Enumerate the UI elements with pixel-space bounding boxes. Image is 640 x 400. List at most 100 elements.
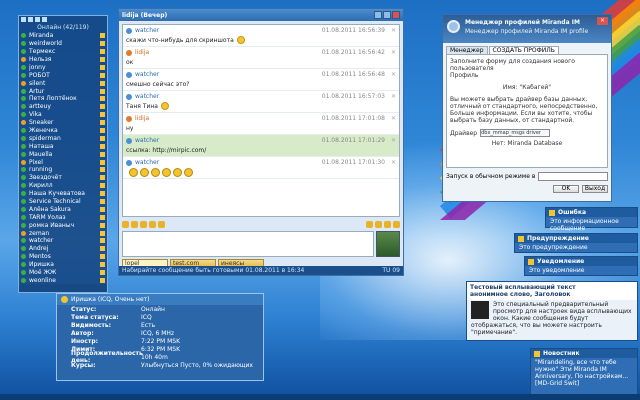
ok-button[interactable]: OK — [553, 185, 579, 193]
contact-item[interactable]: Нельзя — [19, 56, 107, 64]
font-icon[interactable] — [131, 220, 138, 228]
contact-item[interactable]: Vika — [19, 111, 107, 119]
status-icon[interactable] — [28, 17, 33, 22]
smiley-icon[interactable] — [122, 220, 129, 228]
contact-item[interactable]: Artur — [19, 87, 107, 95]
menu-icon[interactable] — [21, 17, 26, 22]
delete-message-icon[interactable]: ✕ — [391, 159, 396, 166]
contact-item[interactable]: weirdworld — [19, 40, 107, 48]
extra-status-icon — [100, 64, 105, 70]
contact-item[interactable]: Женечка — [19, 127, 107, 135]
incoming-icon — [126, 71, 132, 78]
contact-item[interactable]: Mauella — [19, 150, 107, 158]
contact-item[interactable]: Наташа — [19, 142, 107, 150]
contact-item[interactable]: РОБОТ — [19, 71, 107, 79]
contact-item[interactable]: Термекс — [19, 48, 107, 56]
exit-button[interactable]: Выход — [582, 185, 608, 193]
message-header: lidija 01.08.2011 16:56:42 ✕ — [126, 48, 396, 57]
minimize-button[interactable] — [374, 11, 382, 19]
status-dot-icon — [21, 96, 26, 102]
extra-status-icon — [100, 143, 105, 149]
contact-item[interactable]: silent — [19, 79, 107, 87]
contact-item[interactable]: Service Technical — [19, 198, 107, 206]
delete-message-icon[interactable]: ✕ — [391, 71, 396, 78]
send-icon[interactable] — [393, 220, 400, 228]
popup-long[interactable]: Тестовый всплывающий текст анонимное сло… — [466, 281, 638, 341]
contact-name: silent — [29, 79, 46, 87]
delete-message-icon[interactable]: ✕ — [391, 93, 396, 100]
delete-message-icon[interactable]: ✕ — [391, 27, 396, 34]
send-file-icon[interactable] — [384, 220, 391, 228]
contact-item[interactable]: Петя Лоптёнок — [19, 95, 107, 103]
underline-icon[interactable] — [158, 220, 165, 228]
popup-notice[interactable]: Уведомление Это уведомление — [524, 256, 638, 276]
extra-status-icon — [100, 120, 105, 126]
chat-title-bar[interactable]: lidija (Вечер) — [119, 9, 403, 21]
chat-toolbar — [122, 219, 400, 229]
contact-item[interactable]: running — [19, 166, 107, 174]
contact-item[interactable]: Наша Кучеватова — [19, 190, 107, 198]
contact-item[interactable]: jonny — [19, 63, 107, 71]
contact-item[interactable]: Mentos — [19, 253, 107, 261]
contact-name: Петя Лоптёнок — [29, 95, 77, 103]
popup-news[interactable]: Новостник "Mirandeling, все что тебе нуж… — [530, 348, 638, 396]
contact-name: Artur — [29, 87, 45, 95]
contact-item[interactable]: artteuy — [19, 103, 107, 111]
contact-item[interactable]: Miranda — [19, 32, 107, 40]
info-icon[interactable] — [375, 220, 382, 228]
contact-item[interactable]: Pixel — [19, 158, 107, 166]
delete-message-icon[interactable]: ✕ — [391, 137, 396, 144]
message-log[interactable]: watcher 01.08.2011 16:56:39 ✕ скажи что-ниб… — [122, 24, 400, 217]
contact-item[interactable]: Иришка — [19, 261, 107, 269]
status-dot-icon — [21, 199, 26, 205]
contact-item[interactable]: Andrej — [19, 245, 107, 253]
contact-item[interactable]: zeman — [19, 229, 107, 237]
status-dot-icon — [21, 183, 26, 189]
info-row: Иностр: 7:22 PM MSK — [57, 337, 263, 345]
contact-name: Vika — [29, 111, 42, 119]
delete-message-icon[interactable]: ✕ — [391, 49, 396, 56]
contact-item[interactable]: Sneaker — [19, 119, 107, 127]
status-dot-icon — [21, 64, 26, 70]
contact-item[interactable]: Звездочёт — [19, 174, 107, 182]
tab-manager[interactable]: Менеджер — [446, 46, 488, 54]
close-icon[interactable]: × — [597, 17, 608, 25]
status-icon — [61, 296, 68, 303]
delete-message-icon[interactable]: ✕ — [391, 115, 396, 122]
close-button[interactable] — [392, 11, 400, 19]
find-icon[interactable] — [42, 17, 47, 22]
contact-item[interactable]: Алёна Sakura — [19, 205, 107, 213]
contact-name: Термекс — [29, 48, 56, 56]
message-text: скажи что-нибудь для скриншота — [126, 35, 396, 45]
tab-create-profile[interactable]: СОЗДАТЬ ПРОФИЛЬ — [488, 46, 559, 54]
popup-warning[interactable]: Предупреждение Это предупреждение — [514, 233, 638, 253]
contact-list-status-bar[interactable] — [19, 284, 107, 292]
popup-error[interactable]: Ошибка Это информационное сообщение — [545, 207, 638, 232]
profile-manager-header: × Менеджер профилей Miranda IM Менеджер … — [443, 15, 611, 43]
contact-item[interactable]: spiderman — [19, 134, 107, 142]
contact-item[interactable]: Кирилл — [19, 182, 107, 190]
info-row: Автор: ICQ, 6 MHz — [57, 329, 263, 337]
incoming-icon — [126, 27, 132, 34]
info-key: Иностр: — [71, 337, 99, 345]
taskbar[interactable] — [0, 394, 640, 400]
extra-status-icon — [100, 230, 105, 236]
message-input[interactable] — [122, 231, 374, 257]
contact-item[interactable]: TARM Уолаз — [19, 213, 107, 221]
startup-select[interactable] — [538, 172, 608, 181]
popup-long-subtitle: анонимное слово, Заголовок — [470, 291, 571, 298]
italic-icon[interactable] — [149, 220, 156, 228]
smiley-icon — [140, 167, 149, 177]
contact-item[interactable]: watcher — [19, 237, 107, 245]
maximize-button[interactable] — [383, 11, 391, 19]
contact-item[interactable]: ромка Иваныч — [19, 221, 107, 229]
status-dot-icon — [21, 230, 26, 236]
contact-group-header[interactable]: Онлайн (42/119) — [19, 24, 107, 32]
status-dot-icon — [21, 33, 26, 39]
info-key: Автор: — [71, 329, 94, 337]
driver-select[interactable]: dbx_mmap_msgs driver — [480, 129, 551, 137]
contact-item[interactable]: Моё ЖЖ — [19, 269, 107, 277]
bold-icon[interactable] — [140, 220, 147, 228]
options-icon[interactable] — [35, 17, 40, 22]
history-icon[interactable] — [366, 220, 373, 228]
